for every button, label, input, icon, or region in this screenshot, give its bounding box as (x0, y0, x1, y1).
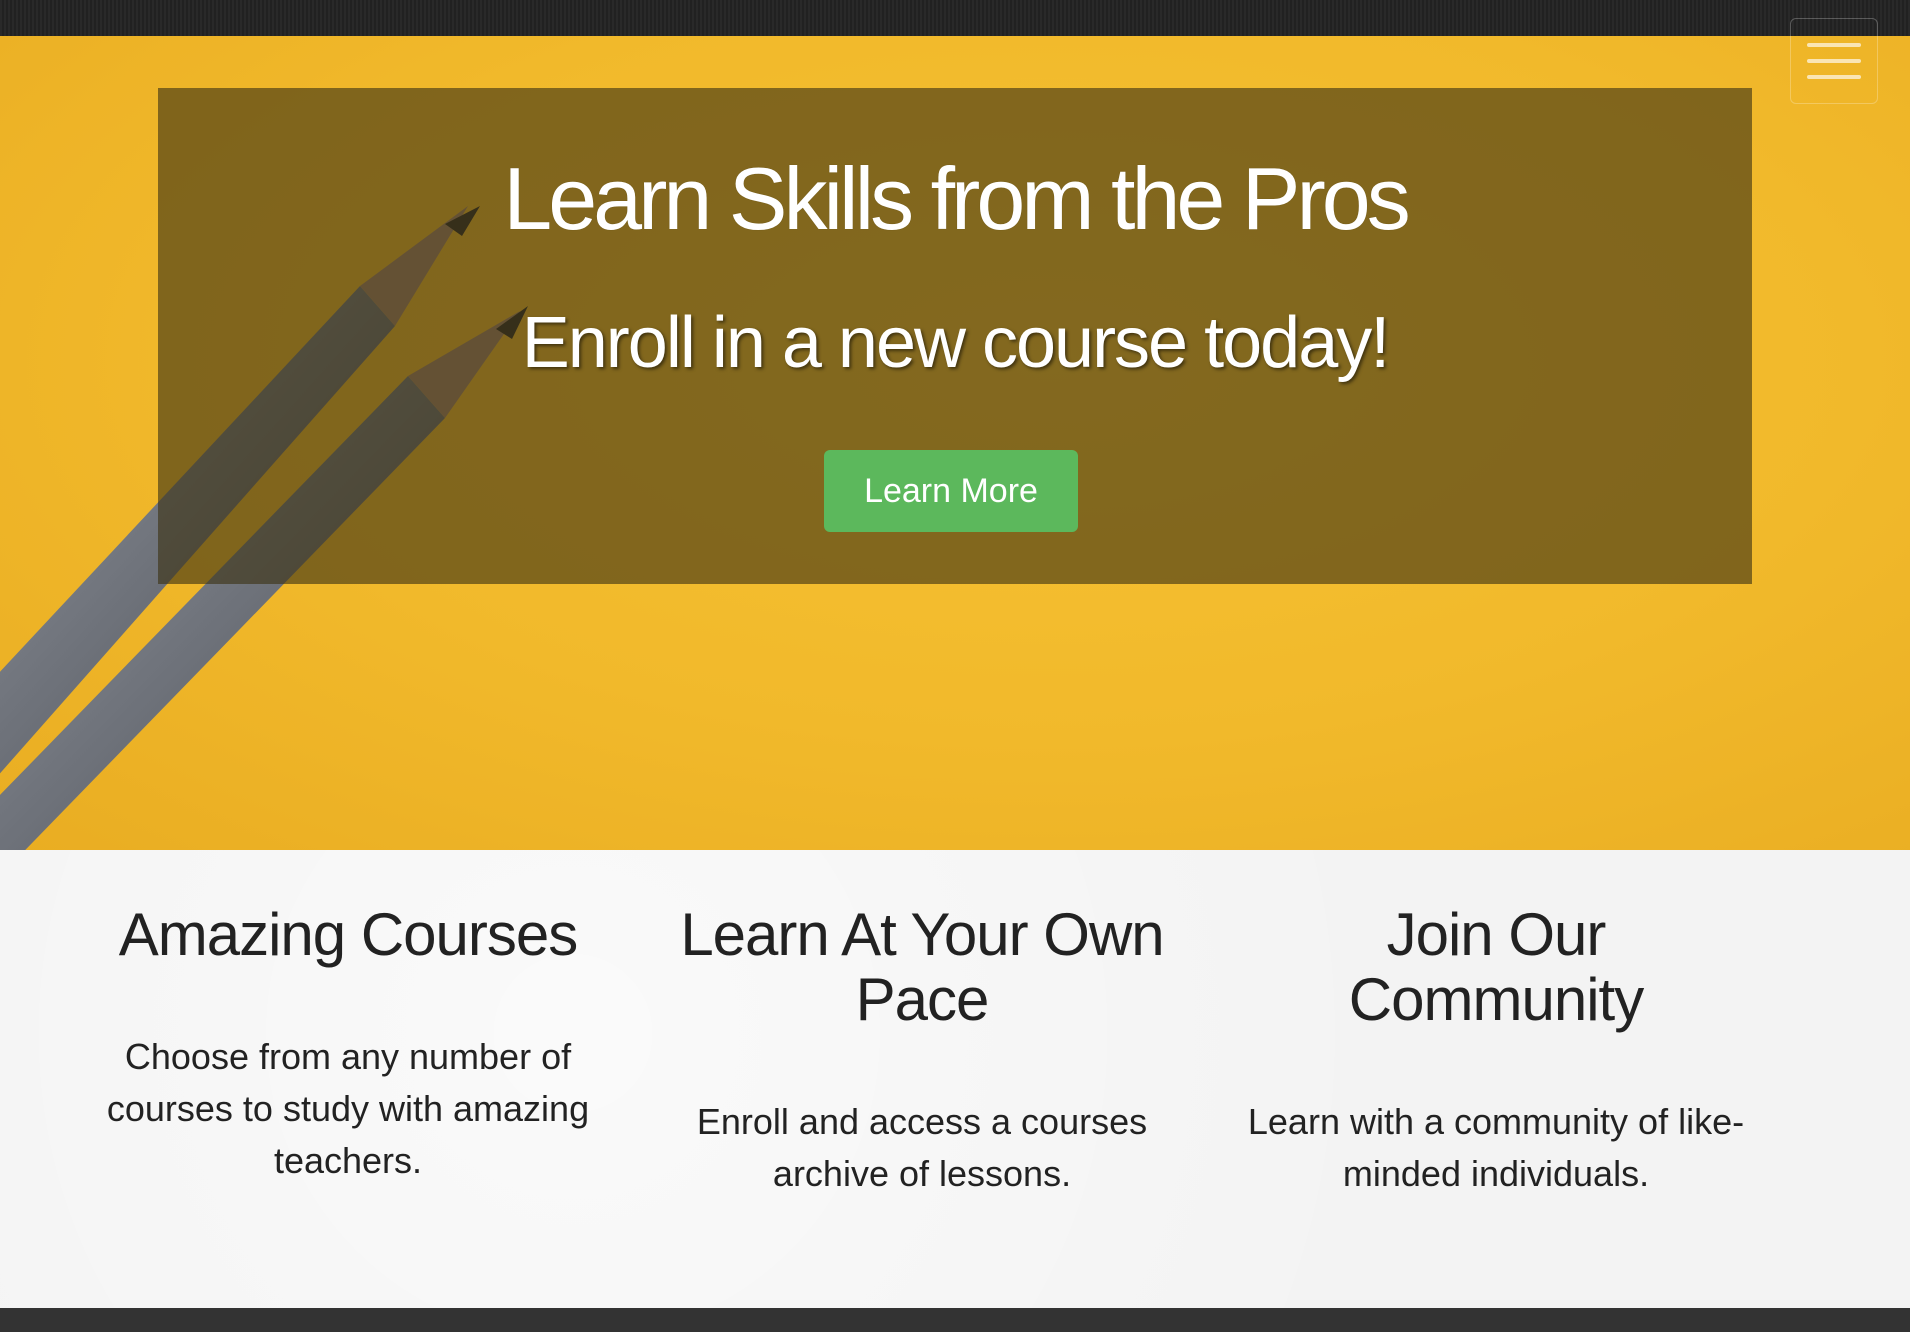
feature-heading: Join Our Community (1348, 901, 1644, 1033)
feature-text: Learn with a community of like-minded in… (1247, 1101, 1745, 1194)
hero-overlay: Learn Skills from the Pros Enroll in a n… (158, 88, 1752, 584)
features-section: Amazing Courses Choose from any number o… (0, 850, 1910, 1308)
hero-subtitle: Enroll in a new course today! (521, 303, 1391, 383)
menu-bar-line (1807, 75, 1861, 79)
menu-bar-line (1807, 43, 1861, 47)
feature-heading: Learn At Your Own Pace (680, 901, 1164, 1033)
learn-more-button[interactable]: Learn More (824, 450, 1078, 532)
hero-title: Learn Skills from the Pros (503, 149, 1411, 248)
feature-community: Join Our Community Learn with a communit… (1240, 902, 1752, 1200)
feature-heading: Amazing Courses (118, 901, 579, 968)
feature-own-pace: Learn At Your Own Pace Enroll and access… (672, 902, 1172, 1200)
feature-text: Choose from any number of courses to stu… (106, 1036, 590, 1181)
footer (0, 1308, 1910, 1332)
top-navbar (0, 0, 1910, 36)
menu-bar-line (1807, 59, 1861, 63)
hamburger-icon[interactable] (1790, 18, 1878, 104)
hero-section: Learn Skills from the Pros Enroll in a n… (0, 36, 1910, 850)
feature-text: Enroll and access a courses archive of l… (696, 1101, 1148, 1194)
feature-amazing-courses: Amazing Courses Choose from any number o… (100, 902, 596, 1187)
